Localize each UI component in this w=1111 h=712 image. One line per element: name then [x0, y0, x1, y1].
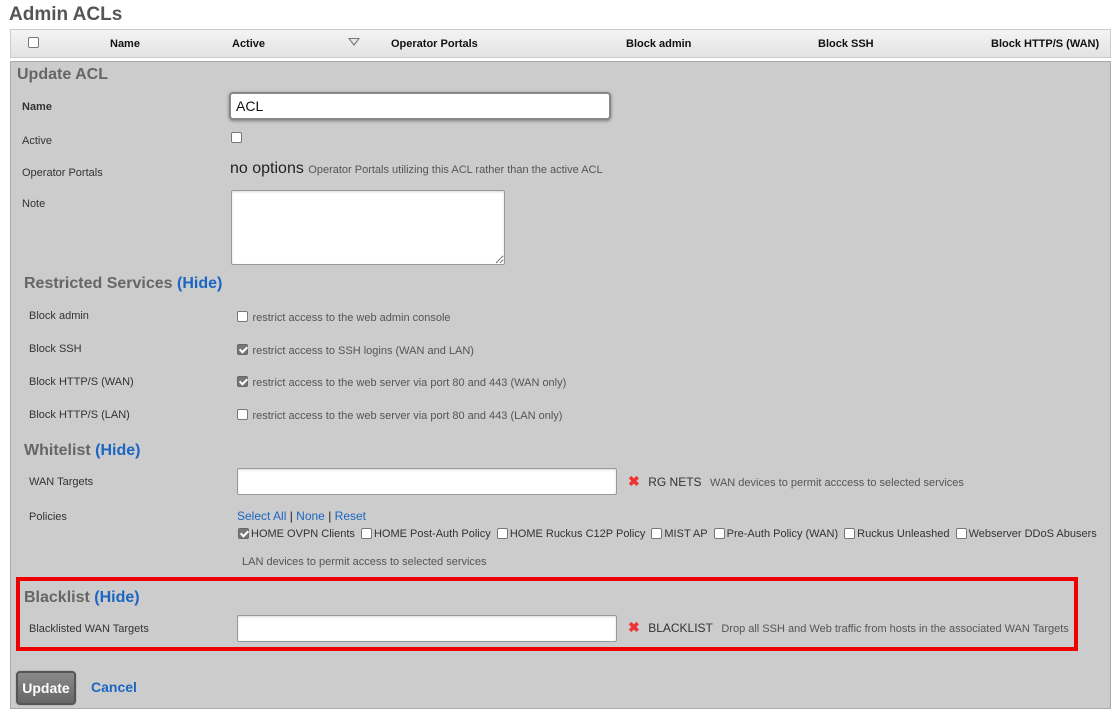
policy-label: HOME OVPN Clients — [251, 528, 355, 540]
policy-option[interactable]: Webserver DDoS Abusers — [955, 527, 1097, 540]
block-https-lan-field: restrict access to the web server via po… — [237, 406, 562, 424]
wan-targets-input[interactable] — [237, 468, 617, 495]
block-ssh-help: restrict access to SSH logins (WAN and L… — [252, 345, 474, 357]
col-operator-portals[interactable]: Operator Portals — [391, 38, 478, 50]
form-title: Update ACL — [17, 66, 108, 83]
col-block-admin[interactable]: Block admin — [626, 38, 691, 50]
rg-nets-tag: RG NETS — [648, 475, 702, 489]
policies-list: HOME OVPN Clients HOME Post-Auth Policy … — [238, 527, 1100, 540]
policy-checkbox[interactable] — [955, 527, 967, 539]
none-link[interactable]: None — [296, 509, 325, 523]
policy-checkbox[interactable] — [844, 527, 856, 539]
restricted-services-title: Restricted Services (Hide) — [24, 275, 222, 293]
policy-option[interactable]: HOME Ruckus C12P Policy — [496, 527, 646, 540]
block-https-lan-checkbox[interactable] — [237, 409, 248, 421]
policy-option[interactable]: Pre-Auth Policy (WAN) — [713, 527, 839, 540]
whitelist-label: Whitelist — [24, 442, 91, 459]
name-label: Name — [22, 101, 52, 113]
table-header: Name Active Operator Portals Block admin… — [10, 29, 1111, 58]
block-admin-label: Block admin — [29, 310, 89, 322]
blacklist-tags: ✖ BLACKLIST Drop all SSH and Web traffic… — [628, 619, 1069, 637]
active-checkbox[interactable] — [231, 132, 242, 143]
block-https-wan-field: restrict access to the web server via po… — [237, 373, 566, 391]
policy-option[interactable]: HOME OVPN Clients — [238, 527, 355, 540]
block-ssh-field: restrict access to SSH logins (WAN and L… — [237, 341, 474, 359]
blacklist-help: Drop all SSH and Web traffic from hosts … — [721, 623, 1069, 635]
whitelist-hide-link[interactable]: (Hide) — [95, 442, 140, 459]
policy-checkbox[interactable] — [360, 527, 372, 539]
policies-help: LAN devices to permit access to selected… — [242, 556, 487, 568]
policies-label: Policies — [29, 511, 67, 523]
policy-label: Ruckus Unleashed — [857, 528, 950, 540]
operator-portals-value: no options — [230, 160, 304, 177]
col-block-https-wan[interactable]: Block HTTP/S (WAN) — [991, 38, 1099, 50]
page-title: Admin ACLs — [9, 4, 123, 25]
blacklist-tag: BLACKLIST — [648, 621, 713, 635]
policy-checkbox[interactable] — [238, 527, 249, 539]
update-acl-panel: Update ACL Name Active Operator Portals … — [10, 61, 1111, 709]
policy-checkbox[interactable] — [651, 527, 663, 539]
reset-link[interactable]: Reset — [335, 509, 366, 523]
blacklisted-wan-targets-input[interactable] — [237, 615, 617, 642]
block-ssh-label: Block SSH — [29, 343, 82, 355]
policy-option[interactable]: Ruckus Unleashed — [844, 527, 950, 540]
select-all-checkbox[interactable] — [28, 37, 39, 48]
remove-tag-icon[interactable]: ✖ — [628, 473, 640, 490]
note-textarea[interactable] — [231, 190, 505, 265]
block-ssh-checkbox[interactable] — [237, 344, 248, 356]
block-admin-checkbox[interactable] — [237, 311, 248, 323]
policy-option[interactable]: MIST AP — [651, 527, 708, 540]
whitelist-title: Whitelist (Hide) — [24, 442, 140, 460]
policy-checkbox[interactable] — [496, 527, 508, 539]
block-https-lan-label: Block HTTP/S (LAN) — [29, 409, 130, 421]
blacklist-hide-link[interactable]: (Hide) — [94, 589, 139, 606]
wan-targets-label: WAN Targets — [29, 476, 94, 488]
policy-checkbox[interactable] — [713, 527, 725, 539]
block-admin-field: restrict access to the web admin console — [237, 308, 451, 326]
policy-label: Pre-Auth Policy (WAN) — [726, 528, 839, 540]
blacklist-title: Blacklist (Hide) — [24, 589, 140, 607]
block-admin-help: restrict access to the web admin console — [252, 312, 451, 324]
blacklist-label: Blacklist — [24, 589, 90, 606]
sort-desc-icon[interactable] — [348, 38, 360, 46]
restricted-services-hide-link[interactable]: (Hide) — [177, 275, 222, 292]
select-all-link[interactable]: Select All — [237, 509, 286, 523]
policy-label: MIST AP — [664, 528, 708, 540]
wan-targets-help: WAN devices to permit acccess to selecte… — [709, 477, 964, 489]
col-active[interactable]: Active — [232, 38, 265, 50]
policy-selection-links: Select All | None | Reset — [237, 509, 366, 523]
remove-tag-icon[interactable]: ✖ — [628, 619, 640, 636]
policy-option[interactable]: HOME Post-Auth Policy — [360, 527, 491, 540]
separator: | — [289, 509, 293, 523]
separator: | — [328, 509, 332, 523]
block-https-wan-label: Block HTTP/S (WAN) — [29, 376, 134, 388]
active-label: Active — [22, 135, 52, 147]
col-name[interactable]: Name — [110, 38, 140, 50]
block-https-wan-checkbox[interactable] — [237, 376, 248, 388]
policy-label: Webserver DDoS Abusers — [968, 528, 1097, 540]
name-input[interactable] — [229, 92, 611, 120]
wan-targets-tags: ✖ RG NETS WAN devices to permit acccess … — [628, 473, 964, 491]
operator-portals-label: Operator Portals — [22, 167, 103, 179]
policy-label: HOME Post-Auth Policy — [373, 528, 491, 540]
blacklisted-wan-targets-label: Blacklisted WAN Targets — [29, 623, 149, 635]
restricted-services-label: Restricted Services — [24, 275, 173, 292]
policy-label: HOME Ruckus C12P Policy — [509, 528, 646, 540]
operator-portals-help: Operator Portals utilizing this ACL rath… — [308, 164, 603, 176]
col-block-ssh[interactable]: Block SSH — [818, 38, 874, 50]
operator-portals-field: no options Operator Portals utilizing th… — [230, 160, 603, 178]
block-https-lan-help: restrict access to the web server via po… — [252, 410, 563, 422]
note-label: Note — [22, 198, 46, 210]
update-button[interactable]: Update — [16, 671, 76, 705]
cancel-link[interactable]: Cancel — [91, 679, 137, 695]
block-https-wan-help: restrict access to the web server via po… — [252, 377, 567, 389]
